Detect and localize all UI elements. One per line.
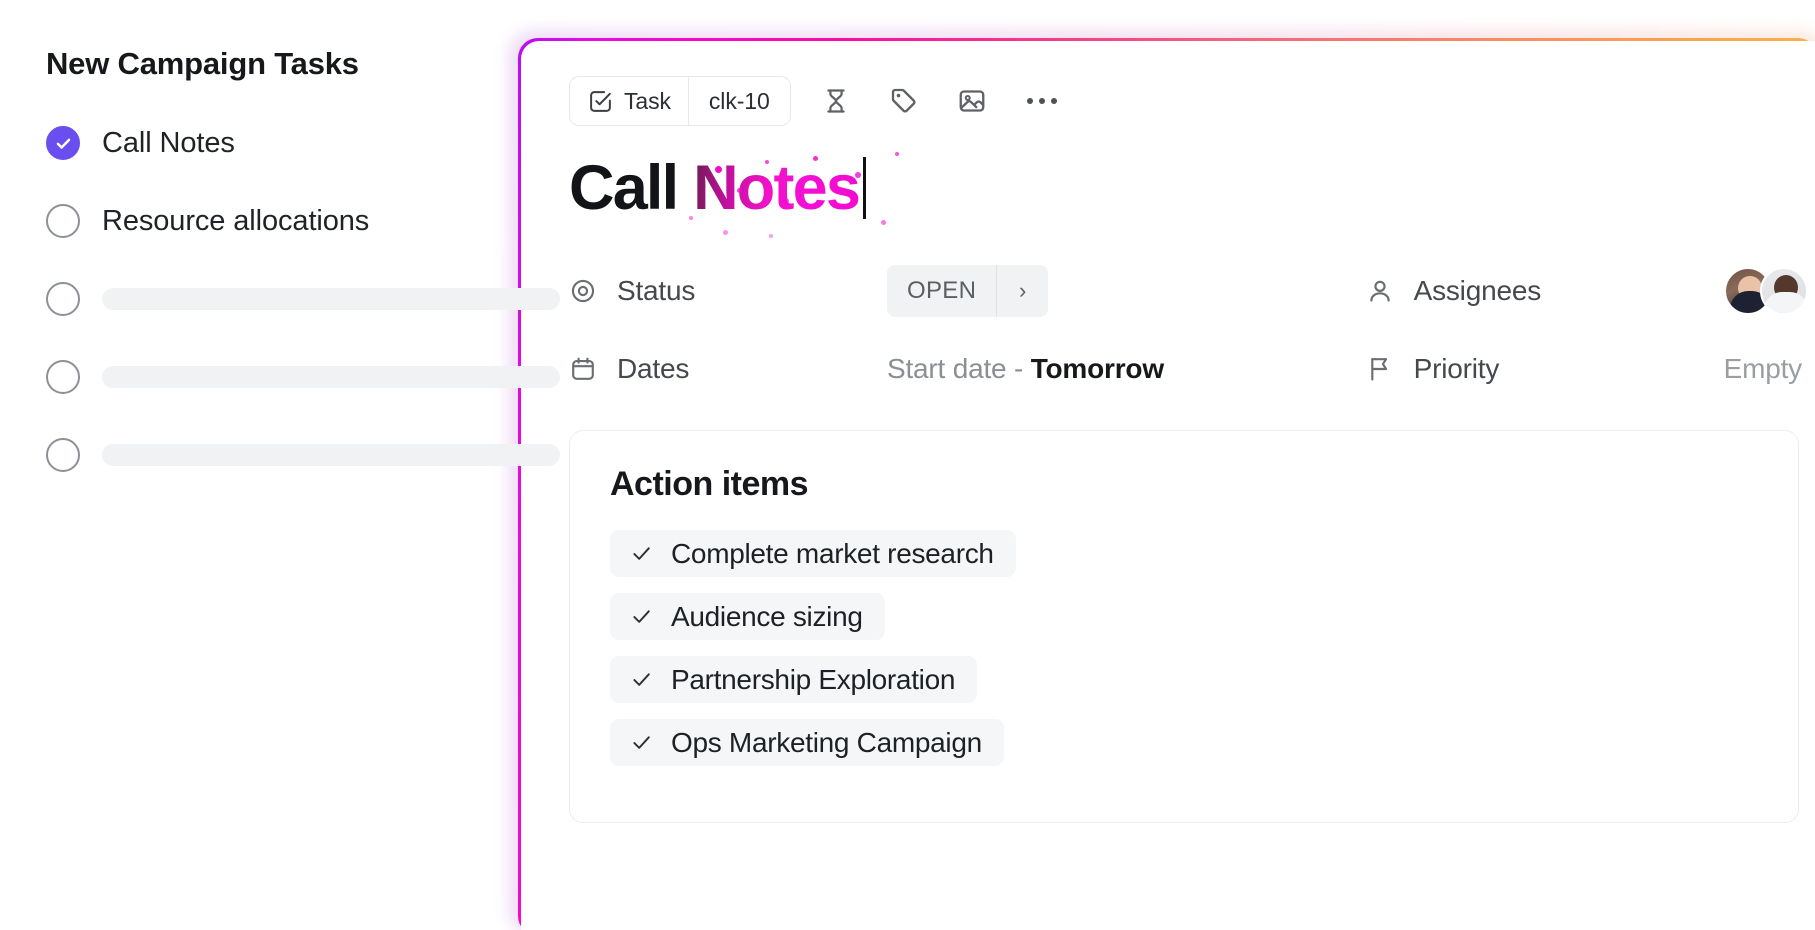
task-title[interactable]: Call Notes (569, 150, 1815, 238)
task-detail-card: Task clk-10 Call Notes Status OPEN › Ass… (521, 41, 1815, 930)
dot (1026, 98, 1033, 104)
task-checkbox-icon (590, 90, 611, 112)
task-type-label: Task (624, 87, 671, 114)
text-cursor (863, 157, 867, 219)
action-items-heading: Action items (610, 465, 809, 503)
more-options-icon[interactable] (1021, 78, 1063, 124)
check-icon (56, 138, 70, 149)
list-item-placeholder[interactable] (46, 432, 560, 478)
action-item-label: Partnership Exploration (671, 663, 956, 695)
list-item-label: Call Notes (102, 126, 235, 159)
action-item-row: Complete market research (610, 530, 1798, 593)
task-detail-card-border: Task clk-10 Call Notes Status OPEN › Ass… (518, 38, 1815, 930)
task-id-label[interactable]: clk-10 (689, 77, 790, 125)
list-item[interactable]: Resource allocations (46, 198, 560, 244)
avatar[interactable] (1759, 267, 1808, 315)
action-item-row: Audience sizing (610, 593, 1798, 656)
action-item-chip[interactable]: Audience sizing (610, 593, 885, 640)
tag-icon[interactable] (881, 78, 927, 124)
skeleton-bar (102, 366, 560, 388)
check-icon (630, 668, 653, 691)
assignee-avatars[interactable] (1723, 267, 1808, 315)
dot (1050, 98, 1057, 104)
assignees-field[interactable]: Assignees (1366, 267, 1815, 315)
check-icon (630, 605, 653, 628)
priority-field[interactable]: Priority Empty (1366, 353, 1815, 385)
check-icon (630, 542, 653, 565)
task-title-plain: Call (569, 152, 679, 223)
task-title-accent: Notes (693, 152, 861, 223)
list-item[interactable]: Call Notes (46, 120, 560, 166)
card-toolbar: Task clk-10 (521, 41, 1815, 126)
action-item-row: Ops Marketing Campaign (610, 719, 1798, 782)
task-checkbox[interactable] (46, 360, 80, 394)
priority-value[interactable]: Empty (1724, 353, 1803, 385)
task-checkbox[interactable] (46, 282, 80, 316)
calendar-icon (569, 355, 603, 383)
action-items-panel: Action items Complete market research Au… (569, 430, 1799, 823)
assignees-label: Assignees (1413, 275, 1542, 306)
task-checkbox-checked[interactable] (46, 126, 80, 160)
task-checkbox[interactable] (46, 204, 80, 238)
page-title: New Campaign Tasks (46, 46, 359, 81)
action-item-chip[interactable]: Partnership Exploration (610, 656, 978, 703)
check-icon (630, 731, 653, 754)
meta-row-dates: Dates Start date - Tomorrow Priority Emp… (569, 330, 1815, 408)
dates-field[interactable]: Dates Start date - Tomorrow (569, 353, 1366, 385)
app-root: New Campaign Tasks Call Notes Resource a… (0, 0, 1815, 930)
action-item-row: Partnership Exploration (610, 656, 1798, 719)
meta-row-status: Status OPEN › Assignees (569, 252, 1815, 330)
action-item-chip[interactable]: Ops Marketing Campaign (610, 719, 1004, 766)
skeleton-bar (102, 444, 560, 466)
image-icon[interactable] (949, 78, 995, 124)
status-label: Status (617, 275, 696, 306)
action-item-label: Audience sizing (671, 600, 863, 632)
skeleton-bar (102, 288, 560, 310)
target-circle-icon (569, 277, 603, 305)
task-type-button[interactable]: Task (570, 77, 689, 125)
hourglass-icon[interactable] (813, 78, 859, 124)
status-field[interactable]: Status OPEN › (569, 265, 1366, 317)
list-item-label: Resource allocations (102, 204, 370, 237)
status-value: OPEN (907, 277, 977, 304)
list-item-placeholder[interactable] (46, 276, 560, 322)
person-icon (1366, 277, 1400, 305)
dates-placeholder: Start date - (887, 353, 1031, 384)
action-item-label: Complete market research (671, 537, 994, 569)
task-type-pill[interactable]: Task clk-10 (569, 76, 791, 126)
priority-label: Priority (1413, 353, 1500, 384)
task-list-panel: New Campaign Tasks Call Notes Resource a… (0, 0, 560, 930)
chevron-right-icon[interactable]: › (996, 265, 1048, 317)
status-badge[interactable]: OPEN › (887, 265, 1049, 317)
flag-icon (1366, 355, 1400, 383)
dates-label: Dates (617, 353, 690, 384)
dates-value[interactable]: Start date - Tomorrow (887, 353, 1164, 385)
task-checkbox[interactable] (46, 438, 80, 472)
list-item-placeholder[interactable] (46, 354, 560, 400)
action-item-label: Ops Marketing Campaign (671, 726, 982, 758)
action-item-chip[interactable]: Complete market research (610, 530, 1016, 577)
dates-resolved: Tomorrow (1030, 353, 1164, 384)
task-meta: Status OPEN › Assignees Dates Start date… (521, 252, 1815, 408)
dot (1038, 98, 1045, 104)
